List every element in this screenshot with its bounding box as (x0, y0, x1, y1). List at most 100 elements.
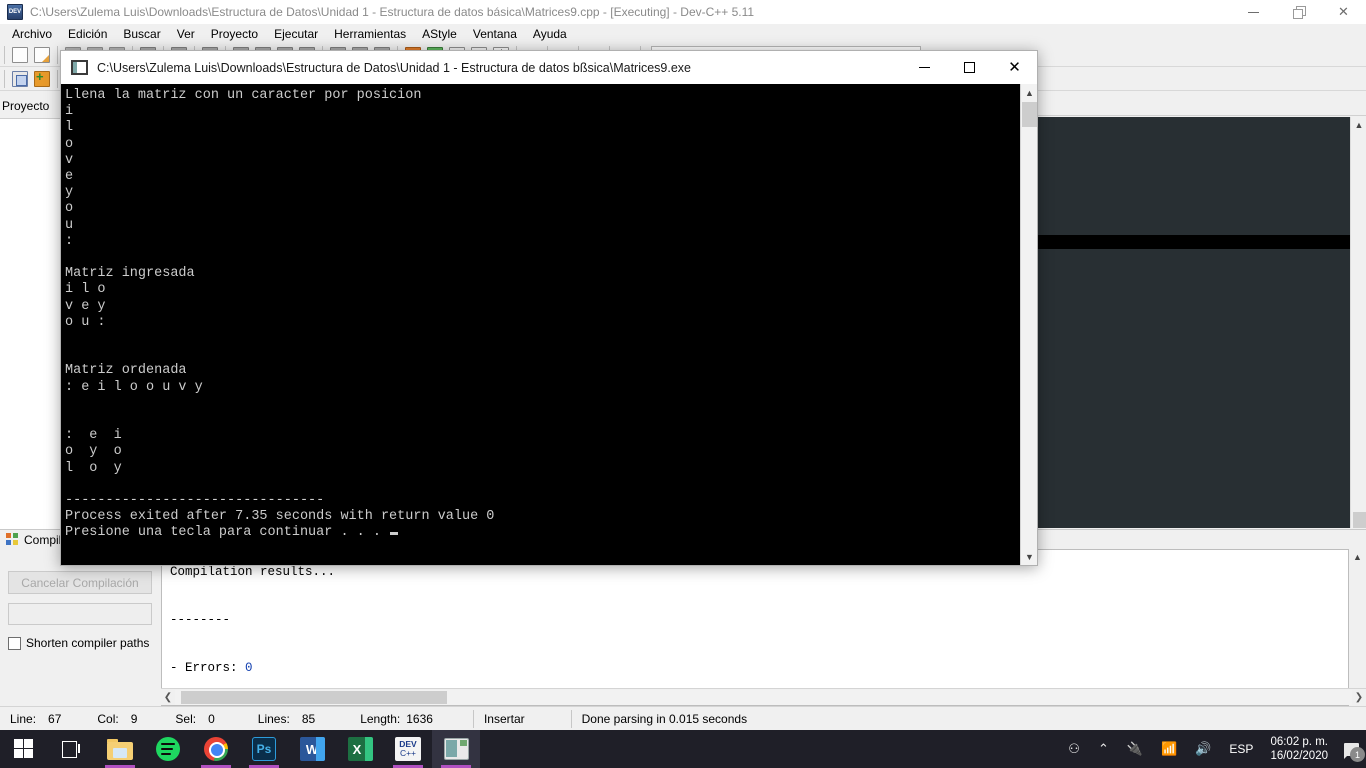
taskbar-chrome[interactable] (192, 730, 240, 768)
tray-notification-button[interactable]: 1 (1336, 730, 1366, 768)
shorten-paths-checkbox[interactable] (8, 636, 21, 650)
tray-show-hidden-button[interactable]: ⌃ (1089, 730, 1118, 768)
new-project-icon[interactable] (12, 70, 28, 87)
editor-vertical-scrollbar[interactable]: ▲ (1350, 117, 1366, 528)
tray-volume-button[interactable]: 🔊 (1186, 730, 1220, 768)
menu-bar: Archivo Edición Buscar Ver Proyecto Ejec… (0, 24, 1366, 44)
project-tree[interactable] (0, 118, 61, 529)
tray-people-button[interactable]: ⚇ (1059, 730, 1089, 768)
clock-date: 16/02/2020 (1270, 750, 1328, 762)
console-scroll-thumb[interactable] (1022, 102, 1037, 127)
console-output-area[interactable]: Llena la matriz con un caracter por posi… (61, 84, 1021, 565)
shorten-paths-row[interactable]: Shorten compiler paths (8, 636, 149, 650)
menu-ver[interactable]: Ver (169, 25, 203, 43)
status-length: Length: 1636 (315, 712, 433, 726)
maximize-icon (964, 62, 975, 73)
task-view-button[interactable] (48, 730, 96, 768)
minimize-icon (919, 67, 930, 68)
add-to-project-icon[interactable] (34, 69, 50, 87)
compiler-log-horizontal-scrollbar[interactable]: ❮ ❯ (161, 688, 1366, 705)
project-tab[interactable]: Proyecto (2, 99, 49, 113)
scroll-up-icon[interactable]: ▲ (1021, 84, 1038, 101)
console-maximize-button[interactable] (947, 51, 992, 84)
clock-time: 06:02 p. m. (1270, 736, 1328, 748)
scroll-up-icon[interactable]: ▲ (1349, 549, 1366, 565)
minimize-icon (1248, 11, 1259, 13)
toolbar-divider (57, 46, 58, 64)
status-sel-value: 0 (208, 711, 215, 726)
taskbar-spotify[interactable] (144, 730, 192, 768)
minimize-button[interactable] (1231, 0, 1276, 24)
scroll-down-icon[interactable]: ▼ (1021, 548, 1038, 565)
taskbar-devcpp[interactable]: DEV C++ (384, 730, 432, 768)
console-vertical-scrollbar[interactable]: ▲ ▼ (1020, 84, 1037, 565)
desktop-root: DEV C:\Users\Zulema Luis\Downloads\Estru… (0, 0, 1366, 768)
menu-ventana[interactable]: Ventana (465, 25, 525, 43)
status-line: Line: 67 (0, 712, 61, 726)
close-button[interactable]: ✕ (1321, 0, 1366, 24)
new-file-icon[interactable] (12, 47, 28, 63)
console-title-bar[interactable]: C:\Users\Zulema Luis\Downloads\Estructur… (61, 51, 1037, 84)
tray-battery-button[interactable]: 🔌 (1118, 730, 1152, 768)
excel-icon (345, 737, 373, 761)
scroll-up-icon[interactable]: ▲ (1351, 117, 1366, 133)
close-icon: ✕ (1338, 4, 1349, 19)
console-minimize-button[interactable] (902, 51, 947, 84)
menu-herramientas[interactable]: Herramientas (326, 25, 414, 43)
status-length-key: Length: (360, 711, 401, 726)
notification-badge: 1 (1350, 747, 1365, 762)
taskbar-file-explorer[interactable] (96, 730, 144, 768)
devcpp-title-bar: DEV C:\Users\Zulema Luis\Downloads\Estru… (0, 0, 1366, 24)
status-divider (570, 709, 572, 728)
cancel-compilation-button[interactable]: Cancelar Compilación (8, 571, 152, 594)
status-bar: Line: 67 Col: 9 Sel: 0 Lines: 85 Length:… (0, 706, 1366, 730)
battery-icon: 🔌 (1126, 741, 1144, 757)
menu-proyecto[interactable]: Proyecto (203, 25, 266, 43)
task-view-icon (62, 740, 82, 758)
taskbar-word[interactable] (288, 730, 336, 768)
status-lines-value: 85 (301, 711, 316, 726)
editor-scroll-thumb[interactable] (1353, 512, 1366, 528)
menu-buscar[interactable]: Buscar (115, 25, 168, 43)
menu-ayuda[interactable]: Ayuda (525, 25, 575, 43)
scroll-left-icon[interactable]: ❮ (161, 690, 175, 705)
menu-astyle[interactable]: AStyle (414, 25, 465, 43)
window-controls: ✕ (1231, 0, 1366, 24)
compiler-controls: Cancelar Compilación Shorten compiler pa… (0, 549, 160, 706)
start-button[interactable] (0, 730, 48, 768)
menu-ejecutar[interactable]: Ejecutar (266, 25, 326, 43)
console-close-button[interactable]: ✕ (992, 51, 1037, 84)
taskbar-excel[interactable] (336, 730, 384, 768)
shorten-paths-label: Shorten compiler paths (26, 636, 150, 650)
open-file-icon[interactable] (34, 47, 50, 63)
language-indicator: ESP (1229, 742, 1254, 756)
status-lines: Lines: 85 (215, 712, 315, 726)
status-length-value: 1636 (406, 711, 433, 726)
console-icon (71, 60, 88, 75)
taskbar-console-window[interactable] (432, 730, 480, 768)
taskbar-photoshop[interactable]: Ps (240, 730, 288, 768)
status-divider (472, 709, 474, 728)
compiler-log-vertical-scrollbar[interactable]: ▲ ▼ (1349, 549, 1366, 706)
cancel-compilation-label: Cancelar Compilación (21, 575, 139, 590)
log-line: -------- (170, 613, 231, 627)
tray-network-button[interactable]: 📶 (1152, 730, 1186, 768)
log-line: - Errors: 0 (170, 661, 253, 675)
menu-edicion[interactable]: Edición (60, 25, 115, 43)
tray-language-button[interactable]: ESP (1220, 730, 1262, 768)
console-caret (390, 532, 399, 536)
hscroll-track[interactable] (175, 689, 1352, 705)
status-lines-key: Lines: (257, 711, 290, 726)
toolbar-divider (4, 46, 5, 64)
menu-archivo[interactable]: Archivo (4, 25, 60, 43)
console-window[interactable]: C:\Users\Zulema Luis\Downloads\Estructur… (60, 50, 1038, 566)
restore-button[interactable] (1276, 0, 1321, 24)
tray-clock[interactable]: 06:02 p. m. 16/02/2020 (1262, 735, 1336, 763)
project-panel: Proyecto (0, 91, 62, 529)
hscroll-thumb[interactable] (181, 690, 447, 704)
toolbar-divider (57, 69, 58, 88)
chrome-icon (204, 737, 228, 761)
close-icon: ✕ (1008, 59, 1021, 76)
scroll-right-icon[interactable]: ❯ (1352, 690, 1366, 705)
compiler-log[interactable]: Compilation results... -------- - Errors… (161, 549, 1349, 706)
